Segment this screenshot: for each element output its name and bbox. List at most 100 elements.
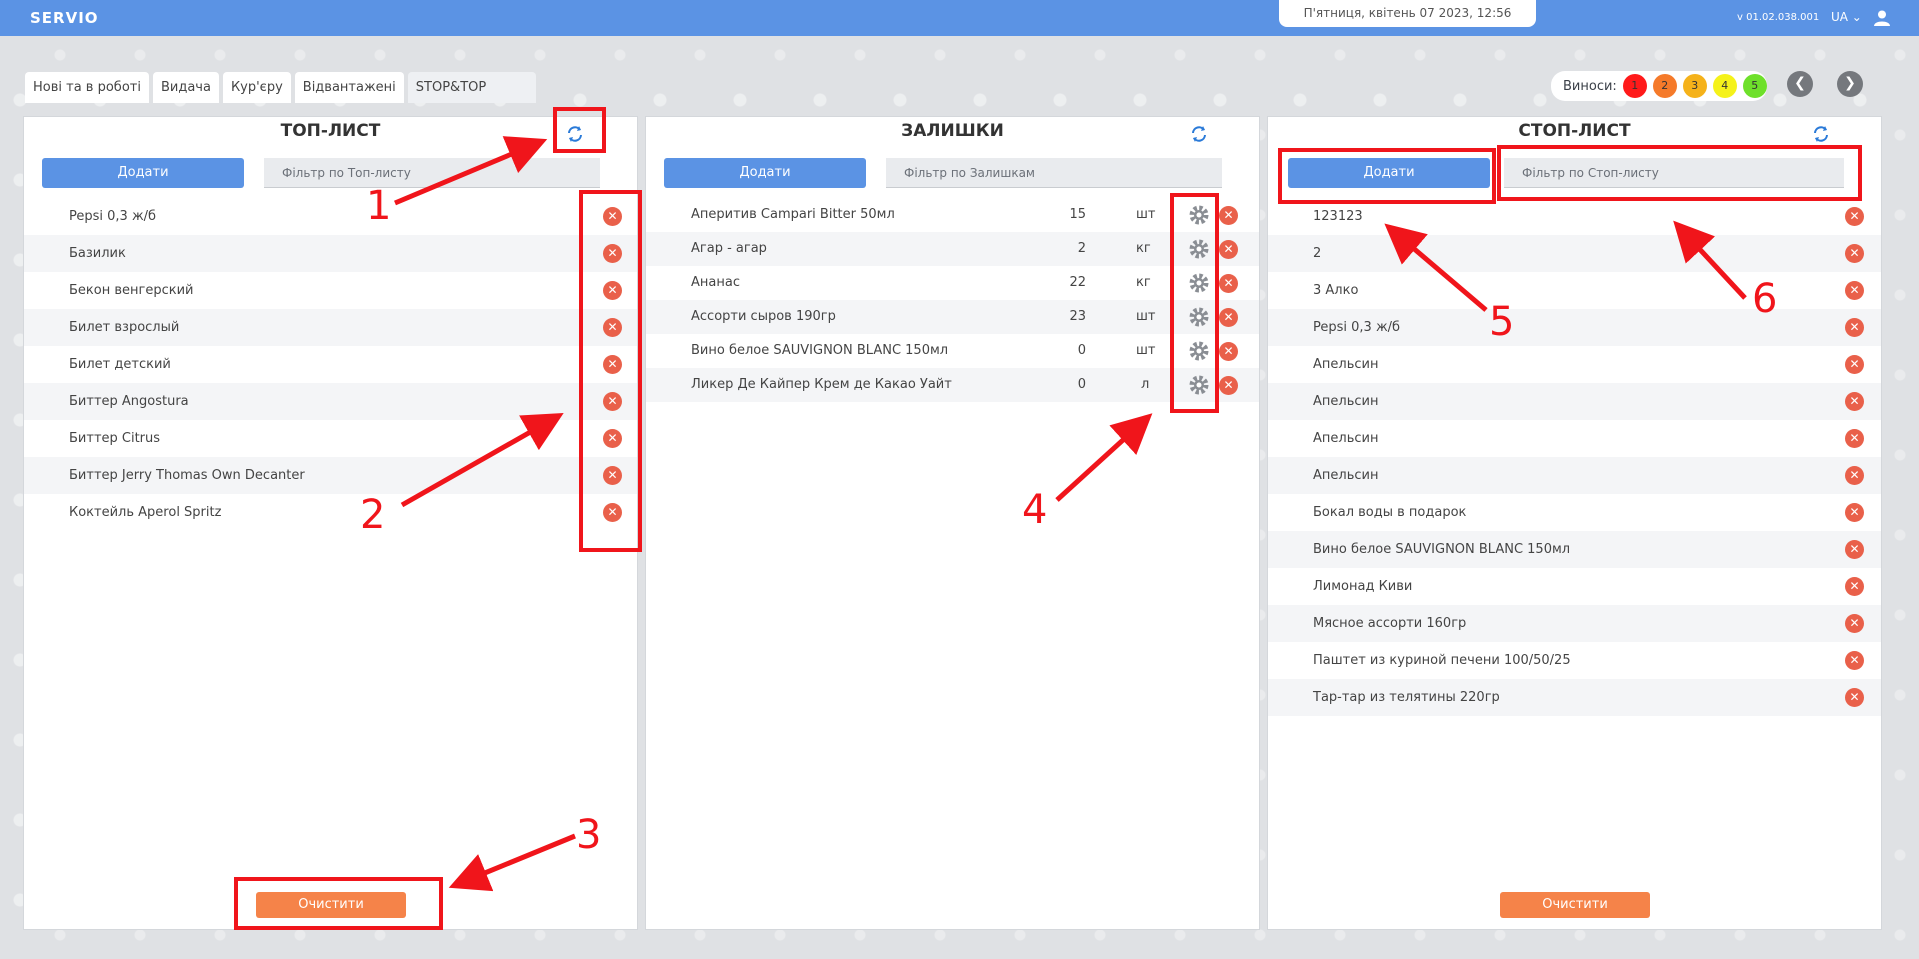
list-item[interactable]: Ассорти сыров 190гр 23 шт ✕ [646, 300, 1259, 334]
list-item[interactable]: Вино белое SAUVIGNON BLANC 150мл ✕ [1268, 531, 1881, 568]
item-unit: кг [1136, 241, 1151, 256]
chevron-right-icon[interactable]: ❯ [1837, 71, 1863, 97]
list-item[interactable]: Базилик ✕ [24, 235, 637, 272]
item-name: 3 Алко [1313, 283, 1359, 298]
delete-icon[interactable]: ✕ [1845, 540, 1864, 559]
vynosy-badge[interactable]: 4 [1712, 74, 1737, 98]
list-item[interactable]: Коктейль Aperol Spritz ✕ [24, 494, 637, 531]
delete-icon[interactable]: ✕ [1845, 355, 1864, 374]
delete-icon[interactable]: ✕ [1845, 392, 1864, 411]
list-item[interactable]: Агар - агар 2 кг ✕ [646, 232, 1259, 266]
top-list-panel: ТОП-ЛИСТ Додати Pepsi 0,3 ж/б✕ Базилик✕ … [23, 116, 638, 930]
delete-icon[interactable]: ✕ [1845, 207, 1864, 226]
delete-icon[interactable]: ✕ [1845, 503, 1864, 522]
delete-icon[interactable]: ✕ [1845, 651, 1864, 670]
annotation-box [553, 107, 606, 153]
user-icon[interactable] [1873, 9, 1891, 27]
delete-icon[interactable]: ✕ [1845, 688, 1864, 707]
item-qty: 2 [1077, 241, 1086, 256]
vynosy-badge[interactable]: 3 [1682, 74, 1707, 98]
filter-input[interactable] [264, 158, 600, 188]
delete-icon[interactable]: ✕ [1845, 244, 1864, 263]
item-name: Билет детский [69, 357, 171, 372]
item-name: Коктейль Aperol Spritz [69, 505, 222, 520]
item-name: Мясное ассорти 160гр [1313, 616, 1467, 631]
item-name: Ананас [691, 275, 740, 290]
item-name: Паштет из куриной печени 100/50/25 [1313, 653, 1571, 668]
item-unit: шт [1136, 207, 1156, 222]
tab-courier[interactable]: Кур'єру [222, 72, 291, 103]
refresh-icon[interactable] [1189, 124, 1209, 144]
app-logo: SERVIO [30, 9, 99, 27]
delete-icon[interactable]: ✕ [1219, 206, 1238, 225]
tab-shipped[interactable]: Відвантажені [294, 72, 404, 103]
item-name: Лимонад Киви [1313, 579, 1413, 594]
list-item[interactable]: Лимонад Киви ✕ [1268, 568, 1881, 605]
tab-stop-top[interactable]: STOP&TOP [407, 72, 537, 103]
delete-icon[interactable]: ✕ [1219, 376, 1238, 395]
stop-list-panel: СТОП-ЛИСТ Додати 123123✕ 2✕ 3 Алко✕ Peps… [1267, 116, 1882, 930]
list-item[interactable]: Паштет из куриной печени 100/50/25 ✕ [1268, 642, 1881, 679]
delete-icon[interactable]: ✕ [1845, 466, 1864, 485]
annotation-box [1170, 193, 1219, 413]
delete-icon[interactable]: ✕ [1219, 240, 1238, 259]
vynosy-badge[interactable]: 5 [1742, 74, 1767, 98]
panel-title: СТОП-ЛИСТ [1518, 121, 1631, 141]
list-item[interactable]: Тар-тар из телятины 220гр ✕ [1268, 679, 1881, 716]
list-item[interactable]: Ликер Де Кайпер Крем де Какао Уайт 0 л ✕ [646, 368, 1259, 402]
list-item[interactable]: Билет взрослый ✕ [24, 309, 637, 346]
list-item[interactable]: 3 Алко ✕ [1268, 272, 1881, 309]
list-item[interactable]: Pepsi 0,3 ж/б ✕ [1268, 309, 1881, 346]
filter-input[interactable] [886, 158, 1222, 188]
list-item[interactable]: Апельсин ✕ [1268, 420, 1881, 457]
list-item[interactable]: Биттер Angostura ✕ [24, 383, 637, 420]
tab-new-in-work[interactable]: Нові та в роботі [25, 72, 149, 103]
delete-icon[interactable]: ✕ [1845, 318, 1864, 337]
list-item[interactable]: Апельсин ✕ [1268, 457, 1881, 494]
list-item[interactable]: 2 ✕ [1268, 235, 1881, 272]
language-selector[interactable]: UA ⌄ [1831, 10, 1862, 24]
annotation-box [579, 190, 642, 552]
list-item[interactable]: Бекон венгерский ✕ [24, 272, 637, 309]
item-name: Аперитив Campari Bitter 50мл [691, 207, 895, 222]
item-qty: 0 [1077, 343, 1086, 358]
delete-icon[interactable]: ✕ [1219, 342, 1238, 361]
list-item[interactable]: Биттер Citrus ✕ [24, 420, 637, 457]
item-name: Базилик [69, 246, 126, 261]
panel-title: ТОП-ЛИСТ [280, 121, 381, 141]
item-name: Вино белое SAUVIGNON BLANC 150мл [691, 343, 949, 358]
list-item[interactable]: Pepsi 0,3 ж/б ✕ [24, 198, 637, 235]
annotation-box [1497, 145, 1862, 201]
item-name: Биттер Jerry Thomas Own Decanter [69, 468, 305, 483]
top-bar: SERVIO П'ятниця, квітень 07 2023, 12:56 … [0, 0, 1919, 36]
item-name: Биттер Citrus [69, 431, 161, 446]
annotation-number: 4 [1022, 487, 1048, 533]
item-unit: шт [1136, 343, 1156, 358]
add-button[interactable]: Додати [664, 158, 866, 188]
delete-icon[interactable]: ✕ [1845, 281, 1864, 300]
list-item[interactable]: Биттер Jerry Thomas Own Decanter ✕ [24, 457, 637, 494]
refresh-icon[interactable] [1811, 124, 1831, 144]
list-item[interactable]: Апельсин ✕ [1268, 346, 1881, 383]
clear-button[interactable]: Очистити [1500, 892, 1650, 918]
list-item[interactable]: Билет детский ✕ [24, 346, 637, 383]
item-qty: 15 [1069, 207, 1086, 222]
delete-icon[interactable]: ✕ [1219, 274, 1238, 293]
delete-icon[interactable]: ✕ [1845, 614, 1864, 633]
list-item[interactable]: Ананас 22 кг ✕ [646, 266, 1259, 300]
vynosy-badge[interactable]: 1 [1622, 74, 1647, 98]
item-name: Билет взрослый [69, 320, 180, 335]
list-item[interactable]: Мясное ассорти 160гр ✕ [1268, 605, 1881, 642]
datetime-display: П'ятниця, квітень 07 2023, 12:56 [1279, 0, 1536, 27]
list-item[interactable]: Бокал воды в подарок ✕ [1268, 494, 1881, 531]
delete-icon[interactable]: ✕ [1845, 429, 1864, 448]
list-item[interactable]: Аперитив Campari Bitter 50мл 15 шт ✕ [646, 198, 1259, 232]
delete-icon[interactable]: ✕ [1219, 308, 1238, 327]
vynosy-badge[interactable]: 2 [1652, 74, 1677, 98]
delete-icon[interactable]: ✕ [1845, 577, 1864, 596]
tab-issue[interactable]: Видача [152, 72, 219, 103]
add-button[interactable]: Додати [42, 158, 244, 188]
list-item[interactable]: Вино белое SAUVIGNON BLANC 150мл 0 шт ✕ [646, 334, 1259, 368]
list-item[interactable]: Апельсин ✕ [1268, 383, 1881, 420]
chevron-left-icon[interactable]: ❮ [1787, 71, 1813, 97]
